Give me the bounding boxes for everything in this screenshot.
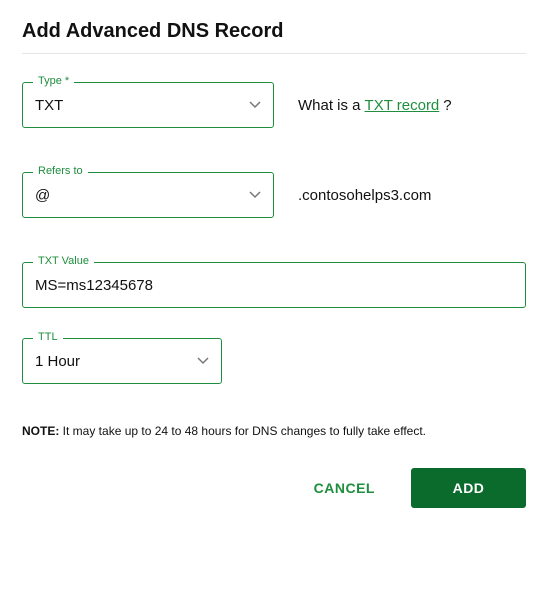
note-text: NOTE: It may take up to 24 to 48 hours f… [22, 424, 526, 438]
note-strong: NOTE: [22, 424, 59, 438]
chevron-down-icon [249, 191, 261, 199]
ttl-select[interactable]: TTL 1 Hour [22, 338, 222, 384]
refers-to-value: @ [35, 187, 249, 204]
ttl-value: 1 Hour [35, 353, 197, 370]
row-type: Type * TXT What is a TXT record ? [22, 82, 526, 128]
type-help-prefix: What is a [298, 97, 361, 114]
type-label: Type * [33, 75, 74, 87]
type-value: TXT [35, 97, 249, 114]
chevron-down-icon [197, 357, 209, 365]
type-select[interactable]: Type * TXT [22, 82, 274, 128]
txt-value-label: TXT Value [33, 255, 94, 267]
type-help: What is a TXT record ? [298, 97, 452, 114]
dialog-title: Add Advanced DNS Record [22, 20, 526, 43]
cancel-button[interactable]: CANCEL [308, 470, 381, 506]
dialog-actions: CANCEL ADD [22, 468, 526, 508]
type-help-link[interactable]: TXT record [365, 97, 440, 114]
txt-value-input-wrap[interactable]: TXT Value [22, 262, 526, 308]
type-help-suffix: ? [443, 97, 451, 114]
add-button[interactable]: ADD [411, 468, 526, 508]
refers-to-select[interactable]: Refers to @ [22, 172, 274, 218]
row-refers-to: Refers to @ .contosohelps3.com [22, 172, 526, 218]
row-txt-value: TXT Value [22, 262, 526, 308]
note-body: It may take up to 24 to 48 hours for DNS… [59, 424, 426, 438]
row-ttl: TTL 1 Hour [22, 338, 526, 384]
domain-suffix: .contosohelps3.com [298, 187, 431, 204]
ttl-label: TTL [33, 331, 63, 343]
chevron-down-icon [249, 101, 261, 109]
txt-value-input[interactable] [35, 277, 513, 294]
refers-to-label: Refers to [33, 165, 88, 177]
divider [22, 53, 526, 54]
